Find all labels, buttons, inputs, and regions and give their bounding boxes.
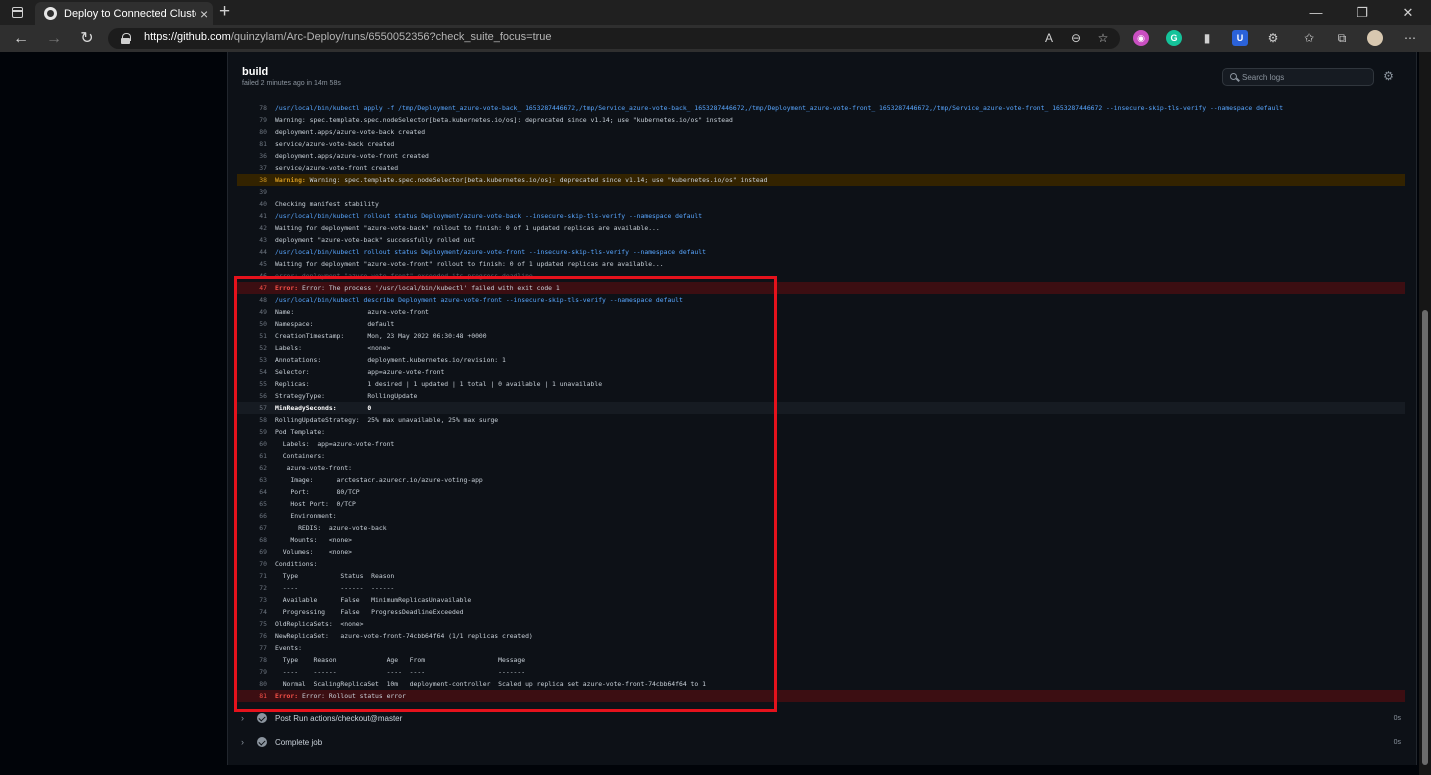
more-menu-icon[interactable]: ⋯ xyxy=(1402,30,1418,46)
extension-icon[interactable]: ◉ xyxy=(1133,30,1149,46)
step-duration: 0s xyxy=(1393,714,1401,722)
log-text: /usr/local/bin/kubectl rollout status De… xyxy=(275,248,706,256)
log-line[interactable]: 78/usr/local/bin/kubectl apply -f /tmp/D… xyxy=(237,102,1405,114)
log-text: Warning: Warning: spec.template.spec.nod… xyxy=(275,174,767,186)
tab-actions-icon[interactable] xyxy=(12,7,23,18)
line-number[interactable]: 36 xyxy=(251,150,267,162)
url-host: https://github.com xyxy=(144,31,231,43)
url-path: /quinzylam/Arc-Deploy/runs/6550052356?ch… xyxy=(230,31,552,43)
grammarly-icon[interactable]: G xyxy=(1166,30,1182,46)
new-tab-button[interactable]: + xyxy=(219,1,230,23)
line-number[interactable]: 39 xyxy=(251,186,267,198)
line-number[interactable]: 40 xyxy=(251,198,267,210)
job-status: failed 2 minutes ago in 14m 58s xyxy=(242,80,341,87)
gear-icon[interactable]: ⚙ xyxy=(1383,70,1394,82)
minimize-button[interactable]: — xyxy=(1293,0,1339,25)
extension-icon[interactable]: ▮ xyxy=(1199,30,1215,46)
extension-icon[interactable]: U xyxy=(1232,30,1248,46)
warning-label: Warning: xyxy=(275,176,306,184)
step-label: Post Run actions/checkout@master xyxy=(275,713,403,723)
check-circle-icon xyxy=(257,713,267,723)
scrollbar-thumb[interactable] xyxy=(1422,310,1428,765)
line-number[interactable]: 42 xyxy=(251,222,267,234)
log-text: Waiting for deployment "azure-vote-front… xyxy=(275,260,664,268)
step-post-run-checkout[interactable]: › Post Run actions/checkout@master 0s xyxy=(241,710,1406,726)
line-number[interactable]: 37 xyxy=(251,162,267,174)
log-text: /usr/local/bin/kubectl rollout status De… xyxy=(275,212,703,220)
line-number[interactable]: 80 xyxy=(251,126,267,138)
step-complete-job[interactable]: › Complete job 0s xyxy=(241,734,1406,750)
log-text: deployment "azure-vote-back" successfull… xyxy=(275,236,476,244)
favorites-icon[interactable]: ✩ xyxy=(1301,30,1317,46)
chevron-right-icon: › xyxy=(241,713,244,723)
zoom-icon[interactable]: ⊖ xyxy=(1068,30,1084,46)
line-number[interactable]: 45 xyxy=(251,258,267,270)
tab-close-icon[interactable]: × xyxy=(200,7,208,21)
line-number[interactable]: 43 xyxy=(251,234,267,246)
profile-avatar[interactable] xyxy=(1367,30,1383,46)
address-bar[interactable]: https://github.com/quinzylam/Arc-Deploy/… xyxy=(108,28,1120,49)
check-circle-icon xyxy=(257,737,267,747)
line-number[interactable]: 44 xyxy=(251,246,267,258)
line-number[interactable]: 38 xyxy=(251,174,267,186)
log-line[interactable]: 39 xyxy=(237,186,1405,198)
extensions-icon[interactable]: ⚙ xyxy=(1265,30,1281,46)
log-line[interactable]: 37 service/azure-vote-front created xyxy=(237,162,1405,174)
forward-button[interactable]: → xyxy=(44,29,64,49)
error-highlight-box xyxy=(234,276,777,712)
log-text: Waiting for deployment "azure-vote-back"… xyxy=(275,224,660,232)
line-number[interactable]: 78 xyxy=(251,102,267,114)
log-line[interactable]: 79 Warning: spec.template.spec.nodeSelect… xyxy=(237,114,1405,126)
line-number[interactable]: 81 xyxy=(251,138,267,150)
refresh-button[interactable]: ↻ xyxy=(77,29,97,49)
step-label: Complete job xyxy=(275,737,323,747)
close-window-button[interactable]: ✕ xyxy=(1385,0,1431,25)
log-line[interactable]: 36 deployment.apps/azure-vote-front creat… xyxy=(237,150,1405,162)
chevron-right-icon: › xyxy=(241,737,244,747)
log-line[interactable]: 45 Waiting for deployment "azure-vote-fro… xyxy=(237,258,1405,270)
log-line[interactable]: 44/usr/local/bin/kubectl rollout status … xyxy=(237,246,1405,258)
add-favorite-icon[interactable]: ☆ xyxy=(1095,30,1111,46)
browser-tab-bar: Deploy to Connected Cluster · qu × + — ❐… xyxy=(0,0,1431,25)
log-line[interactable]: 42 Waiting for deployment "azure-vote-bac… xyxy=(237,222,1405,234)
collections-icon[interactable]: ⧉ xyxy=(1334,30,1350,46)
log-line[interactable]: 43 deployment "azure-vote-back" successfu… xyxy=(237,234,1405,246)
log-text: Warning: spec.template.spec.nodeSelector… xyxy=(275,116,733,124)
line-number[interactable]: 41 xyxy=(251,210,267,222)
lock-icon[interactable] xyxy=(121,33,131,44)
tab-title: Deploy to Connected Cluster · qu xyxy=(64,7,196,20)
github-favicon-icon xyxy=(44,7,57,20)
url-text[interactable]: https://github.com/quinzylam/Arc-Deploy/… xyxy=(144,31,552,43)
log-text: deployment.apps/azure-vote-back created xyxy=(275,128,426,136)
window-controls: — ❐ ✕ xyxy=(1293,0,1431,25)
read-aloud-icon[interactable]: A xyxy=(1041,30,1057,46)
browser-tab[interactable]: Deploy to Connected Cluster · qu × xyxy=(35,2,213,25)
log-text: /usr/local/bin/kubectl apply -f /tmp/Dep… xyxy=(275,104,1284,112)
job-title: build xyxy=(242,66,269,78)
page-scrollbar[interactable] xyxy=(1419,52,1431,775)
log-line[interactable]: 38 Warning: Warning: spec.template.spec.n… xyxy=(237,174,1405,186)
log-text: service/azure-vote-front created xyxy=(275,164,399,172)
line-number[interactable]: 79 xyxy=(251,114,267,126)
log-message: Warning: spec.template.spec.nodeSelector… xyxy=(305,176,768,184)
search-icon xyxy=(1230,73,1237,80)
log-line[interactable]: 81 service/azure-vote-back created xyxy=(237,138,1405,150)
step-duration: 0s xyxy=(1393,738,1401,746)
log-text: deployment.apps/azure-vote-front created xyxy=(275,152,429,160)
browser-toolbar: ← → ↻ https://github.com/quinzylam/Arc-D… xyxy=(0,25,1431,52)
back-button[interactable]: ← xyxy=(11,29,31,49)
log-text: Checking manifest stability xyxy=(275,200,379,208)
search-logs-input[interactable] xyxy=(1242,70,1370,84)
log-text: service/azure-vote-back created xyxy=(275,140,395,148)
log-line[interactable]: 41/usr/local/bin/kubectl rollout status … xyxy=(237,210,1405,222)
maximize-button[interactable]: ❐ xyxy=(1339,0,1385,25)
search-logs-box[interactable] xyxy=(1222,68,1374,86)
log-line[interactable]: 40 Checking manifest stability xyxy=(237,198,1405,210)
log-line[interactable]: 80 deployment.apps/azure-vote-back create… xyxy=(237,126,1405,138)
